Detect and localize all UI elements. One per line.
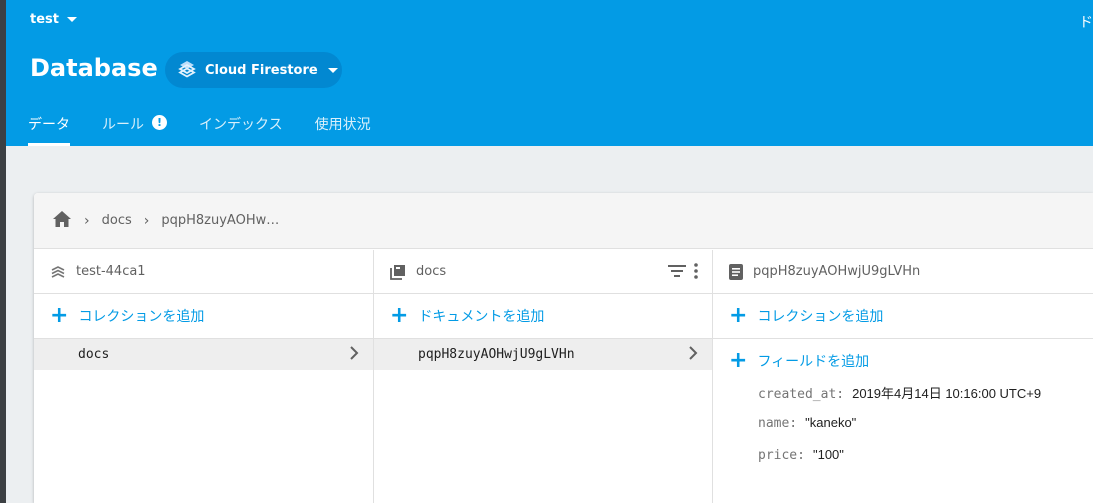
project-name: test (30, 12, 59, 27)
chevron-right-icon: › (84, 212, 90, 229)
tab-rules[interactable]: ルール! (102, 100, 167, 146)
tab-usage[interactable]: 使用状況 (315, 100, 371, 146)
database-type-label: Cloud Firestore (205, 62, 318, 78)
collection-title: docs (416, 264, 447, 279)
project-selector[interactable]: test (30, 12, 77, 27)
add-field-button[interactable]: + フィールドを追加 (713, 339, 1093, 383)
breadcrumb-document[interactable]: pqpH8zuyAOHw… (161, 213, 279, 228)
column-header: docs (374, 250, 712, 294)
database-type-selector[interactable]: Cloud Firestore (165, 52, 342, 88)
breadcrumb: › docs › pqpH8zuyAOHw… (34, 193, 1093, 249)
app-header: test ド Database Cloud Firestore データ ルール!… (6, 0, 1093, 146)
chevron-right-icon (349, 345, 359, 365)
document-title: pqpH8zuyAOHwjU9gLVHn (753, 264, 921, 279)
column-header: test-44ca1 (34, 250, 373, 294)
column-header: pqpH8zuyAOHwjU9gLVHn (713, 250, 1093, 294)
tab-bar: データ ルール! インデックス 使用状況 (28, 100, 403, 146)
add-document-button[interactable]: + ドキュメントを追加 (374, 294, 712, 339)
field-row[interactable]: price: "100" (713, 447, 1093, 479)
field-value: "kaneko" (805, 415, 857, 430)
root-column: test-44ca1 + コレクションを追加 docs (34, 250, 374, 503)
tab-data[interactable]: データ (28, 100, 70, 146)
list-item[interactable]: docs (34, 339, 373, 370)
field-value: "100" (812, 447, 844, 462)
home-icon[interactable] (52, 210, 72, 232)
document-column: pqpH8zuyAOHwjU9gLVHn + コレクションを追加 + フィールド… (713, 250, 1093, 503)
page-title: Database (30, 54, 158, 82)
field-row[interactable]: created_at: 2019年4月14日 10:16:00 UTC+9 (713, 383, 1093, 415)
plus-icon: + (729, 303, 748, 328)
list-item[interactable]: pqpH8zuyAOHwjU9gLVHn (374, 339, 712, 370)
add-subcollection-button[interactable]: + コレクションを追加 (713, 294, 1093, 339)
collection-icon (390, 264, 406, 280)
root-title: test-44ca1 (76, 264, 146, 279)
more-vert-icon[interactable] (694, 263, 698, 283)
firestore-icon (177, 58, 197, 82)
plus-icon: + (390, 303, 409, 328)
field-key: created_at: (758, 387, 845, 402)
caret-down-icon (327, 67, 338, 73)
data-panel: › docs › pqpH8zuyAOHw… test-44ca1 + コレクシ… (34, 193, 1093, 503)
collection-column: docs + ドキュメントを追加 pqpH8zuyAOHwjU9gLVHn (374, 250, 713, 503)
field-row[interactable]: name: "kaneko" (713, 415, 1093, 447)
add-collection-button[interactable]: + コレクションを追加 (34, 294, 373, 339)
filter-icon[interactable] (668, 264, 686, 282)
chevron-right-icon: › (143, 212, 150, 229)
caret-down-icon (66, 17, 77, 22)
firestore-icon (50, 264, 66, 280)
chevron-right-icon (688, 345, 698, 365)
field-value: 2019年4月14日 10:16:00 UTC+9 (852, 386, 1042, 401)
document-icon (729, 263, 743, 280)
warning-icon: ! (152, 115, 167, 130)
plus-icon: + (50, 303, 69, 328)
tab-indexes[interactable]: インデックス (199, 100, 283, 146)
breadcrumb-collection[interactable]: docs (102, 213, 132, 228)
plus-icon: + (729, 348, 748, 373)
top-right-link[interactable]: ド (1079, 12, 1093, 32)
field-key: name: (758, 416, 798, 431)
field-key: price: (758, 448, 805, 463)
